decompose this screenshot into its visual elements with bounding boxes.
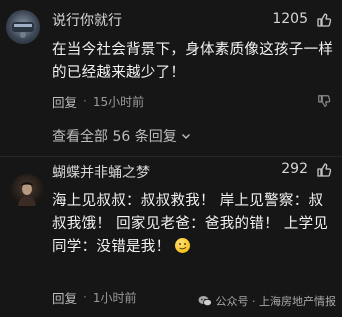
comment-item: 说行你就行 1205 在当今社会背景下，身体素质像这孩子一样的已经越来越少了！ … bbox=[0, 0, 342, 150]
watermark-text: 公众号 · 上海房地产情报 bbox=[215, 295, 337, 308]
comment-time: 15小时前 bbox=[92, 94, 145, 109]
wechat-icon bbox=[198, 296, 212, 307]
avatar[interactable] bbox=[6, 10, 40, 44]
thumb-down-icon[interactable] bbox=[317, 94, 331, 108]
avatar-image bbox=[12, 22, 34, 38]
avatar-image bbox=[18, 182, 36, 206]
comment-text: 在当今社会背景下，身体素质像这孩子一样的已经越来越少了！ bbox=[52, 42, 334, 81]
reply-button[interactable]: 回复 bbox=[52, 92, 77, 111]
comment-username[interactable]: 说行你就行 bbox=[52, 10, 122, 30]
reply-button[interactable]: 回复 bbox=[52, 288, 77, 307]
thumb-up-icon[interactable] bbox=[316, 12, 332, 28]
separator-dot: · bbox=[83, 290, 87, 304]
view-all-replies-label: 查看全部 56 条回复 bbox=[52, 129, 177, 145]
thumb-up-icon[interactable] bbox=[316, 162, 332, 178]
comment-username[interactable]: 蝴蝶并非蛹之梦 bbox=[52, 162, 150, 182]
comment-text: 海上见叔叔：叔叔救我！ 岸上见警察：叔叔我饿！ 回家见老爸：爸我的错！ 上学见同… bbox=[52, 190, 334, 259]
view-all-replies-link[interactable]: 查看全部 56 条回复 bbox=[52, 126, 191, 146]
like-count: 292 bbox=[281, 161, 308, 177]
comment-meta: 回复 · 15小时前 bbox=[52, 92, 144, 110]
smirk-emoji-icon bbox=[175, 238, 191, 253]
comment-time: 1小时前 bbox=[92, 290, 137, 305]
separator-dot: · bbox=[83, 94, 87, 108]
comment-meta: 回复 · 1小时前 bbox=[52, 288, 136, 306]
like-count: 1205 bbox=[272, 11, 308, 27]
chevron-down-icon bbox=[181, 134, 190, 139]
watermark: 公众号 · 上海房地产情报 bbox=[198, 293, 337, 309]
comment-divider bbox=[0, 156, 342, 157]
avatar[interactable] bbox=[10, 174, 44, 208]
